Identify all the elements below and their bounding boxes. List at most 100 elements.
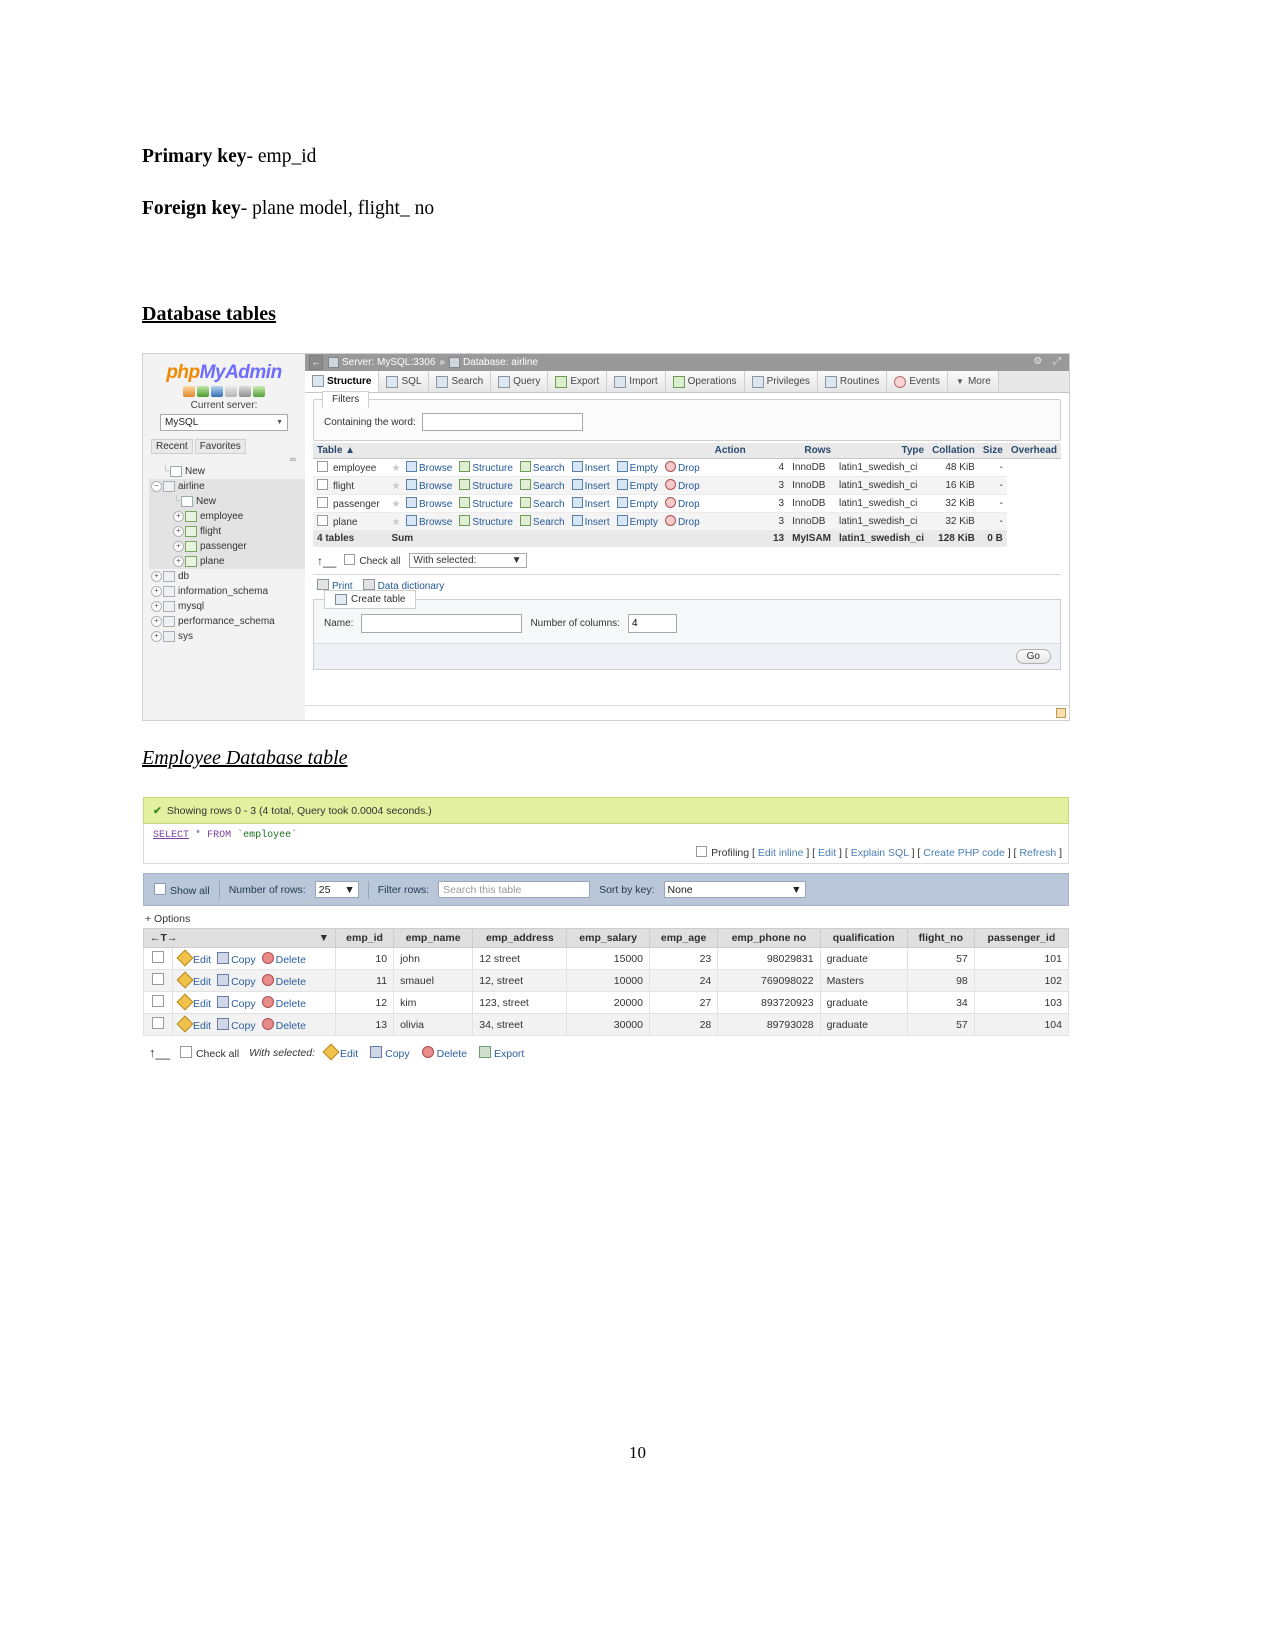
profiling-link-refresh[interactable]: Refresh [1019,847,1056,859]
table-row[interactable]: Edit Copy Delete 12 kim 123, street 20000 27 893… [143,991,1070,1014]
tree-item-flight[interactable]: + flight [149,524,305,539]
tree-item-db[interactable]: + db [149,569,305,584]
bulk-action-edit[interactable]: Edit [322,1043,358,1060]
tables-col-rows[interactable]: Rows [788,443,836,459]
action-insert[interactable]: Insert [571,461,610,474]
table-name[interactable]: plane [333,517,357,528]
row-action-copy[interactable]: Copy [217,995,256,1010]
action-structure[interactable]: Structure [459,461,513,474]
server-select[interactable]: MySQL ▼ [160,414,288,432]
action-browse[interactable]: Browse [405,461,452,474]
row-checkbox-cell[interactable] [143,1013,173,1036]
recent-tab[interactable]: Recent [151,439,193,455]
action-structure[interactable]: Structure [459,497,513,510]
column-header-passenger_id[interactable]: passenger_id [973,928,1070,948]
row-actions-cell[interactable]: Edit Copy Delete [172,969,336,992]
row-checkbox-cell[interactable] [143,947,173,970]
table-name[interactable]: flight [333,481,354,492]
action-browse[interactable]: Browse [405,479,452,492]
home-icon[interactable] [183,386,195,397]
favorites-tab[interactable]: Favorites [194,439,246,455]
tree-item-plane[interactable]: + plane [149,554,305,569]
check-all-control[interactable]: Check all [179,1045,239,1060]
table-name-cell[interactable]: employee [313,458,388,477]
row-action-delete[interactable]: Delete [261,1017,306,1032]
resize-handle-icon[interactable] [1056,708,1066,718]
tree-item-performance_schema[interactable]: + performance_schema [149,614,305,629]
create-name-input[interactable] [361,614,523,633]
tree-toggle-icon[interactable]: + [151,616,162,627]
row-action-delete[interactable]: Delete [261,995,306,1010]
column-header-emp_id[interactable]: emp_id [334,928,395,948]
action-structure[interactable]: Structure [459,515,513,528]
table-row[interactable]: Edit Copy Delete 11 smauel 12, street 10000 24 7… [143,969,1070,992]
tables-list-row[interactable]: plane ★ Browse Structure Search Insert Empty D… [313,512,1061,531]
action-insert[interactable]: Insert [571,479,610,492]
column-header-qualification[interactable]: qualification [819,928,908,948]
action-insert[interactable]: Insert [571,515,610,528]
tree-toggle-icon[interactable]: + [151,571,162,582]
window-tools[interactable]: ⚙ ⤢ [1033,356,1065,367]
tree-item-passenger[interactable]: + passenger [149,539,305,554]
check-all-control[interactable]: Check all [344,554,401,567]
recent-favorites-tabs[interactable]: Recent Favorites [151,439,305,455]
action-insert[interactable]: Insert [571,497,610,510]
tables-list-row[interactable]: employee ★ Browse Structure Search Insert Emp… [313,458,1061,477]
tab-events[interactable]: Events [887,371,948,392]
go-button[interactable]: Go [1015,649,1051,664]
show-all-control[interactable]: Show all [154,882,210,897]
tree-toggle-icon[interactable]: − [151,481,162,492]
row-actions-cell[interactable]: Edit Copy Delete [172,991,336,1014]
check-all-checkbox[interactable] [179,1045,192,1058]
table-actions-cell[interactable]: ★ Browse Structure Search Insert Empty Drop [387,512,711,531]
column-header-emp_phone-no[interactable]: emp_phone no [717,928,821,948]
tree-item-airline[interactable]: − airline [149,479,305,494]
tab-operations[interactable]: Operations [665,371,745,392]
profiling-links[interactable]: [ Edit inline ] [ Edit ] [ Explain SQL ]… [752,847,1062,859]
row-action-edit[interactable]: Edit [176,949,211,966]
action-search[interactable]: Search [519,479,565,492]
bulk-action-delete[interactable]: Delete [421,1045,467,1060]
breadcrumb-database[interactable]: Database: airline [463,357,538,368]
tables-col-size[interactable]: Size [978,443,1007,459]
tables-col-type[interactable]: Type [835,443,929,459]
table-name[interactable]: passenger [333,499,380,510]
bottom-action-links[interactable]: Edit Copy Delete Export [322,1043,536,1060]
refresh-icon[interactable] [253,386,265,397]
table-name-cell[interactable]: flight [313,476,388,495]
table-row[interactable]: Edit Copy Delete 13 olivia 34, street 30000 28 8… [143,1013,1070,1036]
filter-rows-input[interactable]: Search this table [438,881,591,898]
tables-list-row[interactable]: passenger ★ Browse Structure Search Insert Em… [313,494,1061,513]
row-checkbox[interactable] [317,479,328,490]
action-empty[interactable]: Empty [616,479,658,492]
tree-item-information_schema[interactable]: + information_schema [149,584,305,599]
favorite-star-icon[interactable]: ★ [391,463,400,474]
row-nav-header[interactable]: ←T→ ▼ [143,928,336,948]
with-selected-select[interactable]: With selected: ▼ [408,553,527,568]
action-drop[interactable]: Drop [664,461,700,474]
check-all-checkbox[interactable] [344,554,356,565]
options-toggle[interactable]: + Options [143,913,1069,925]
sort-by-key-select[interactable]: None ▼ [663,881,806,898]
tables-col-action[interactable]: Action [710,443,789,459]
action-search[interactable]: Search [519,497,565,510]
action-empty[interactable]: Empty [616,497,658,510]
tab-export[interactable]: Export [548,371,608,392]
tree-item-employee[interactable]: + employee [149,509,305,524]
profiling-checkbox[interactable] [696,846,708,857]
column-header-flight_no[interactable]: flight_no [906,928,975,948]
settings-icon[interactable] [239,386,251,397]
action-search[interactable]: Search [519,461,565,474]
favorite-star-icon[interactable]: ★ [391,517,400,528]
bulk-action-export[interactable]: Export [478,1045,524,1060]
tree-item-sys[interactable]: + sys [149,629,305,644]
tables-col-collation[interactable]: Collation [928,443,979,459]
action-drop[interactable]: Drop [664,497,700,510]
tree-toggle-icon[interactable]: + [173,511,184,522]
tree-item-new[interactable]: └ New [149,494,305,509]
action-drop[interactable]: Drop [664,515,700,528]
row-checkbox-cell[interactable] [143,991,173,1014]
row-checkbox[interactable] [152,995,164,1007]
database-tree[interactable]: └ New − airline └ New + employee + flight + passeng… [149,464,305,644]
tables-list-row[interactable]: flight ★ Browse Structure Search Insert Empty… [313,476,1061,495]
